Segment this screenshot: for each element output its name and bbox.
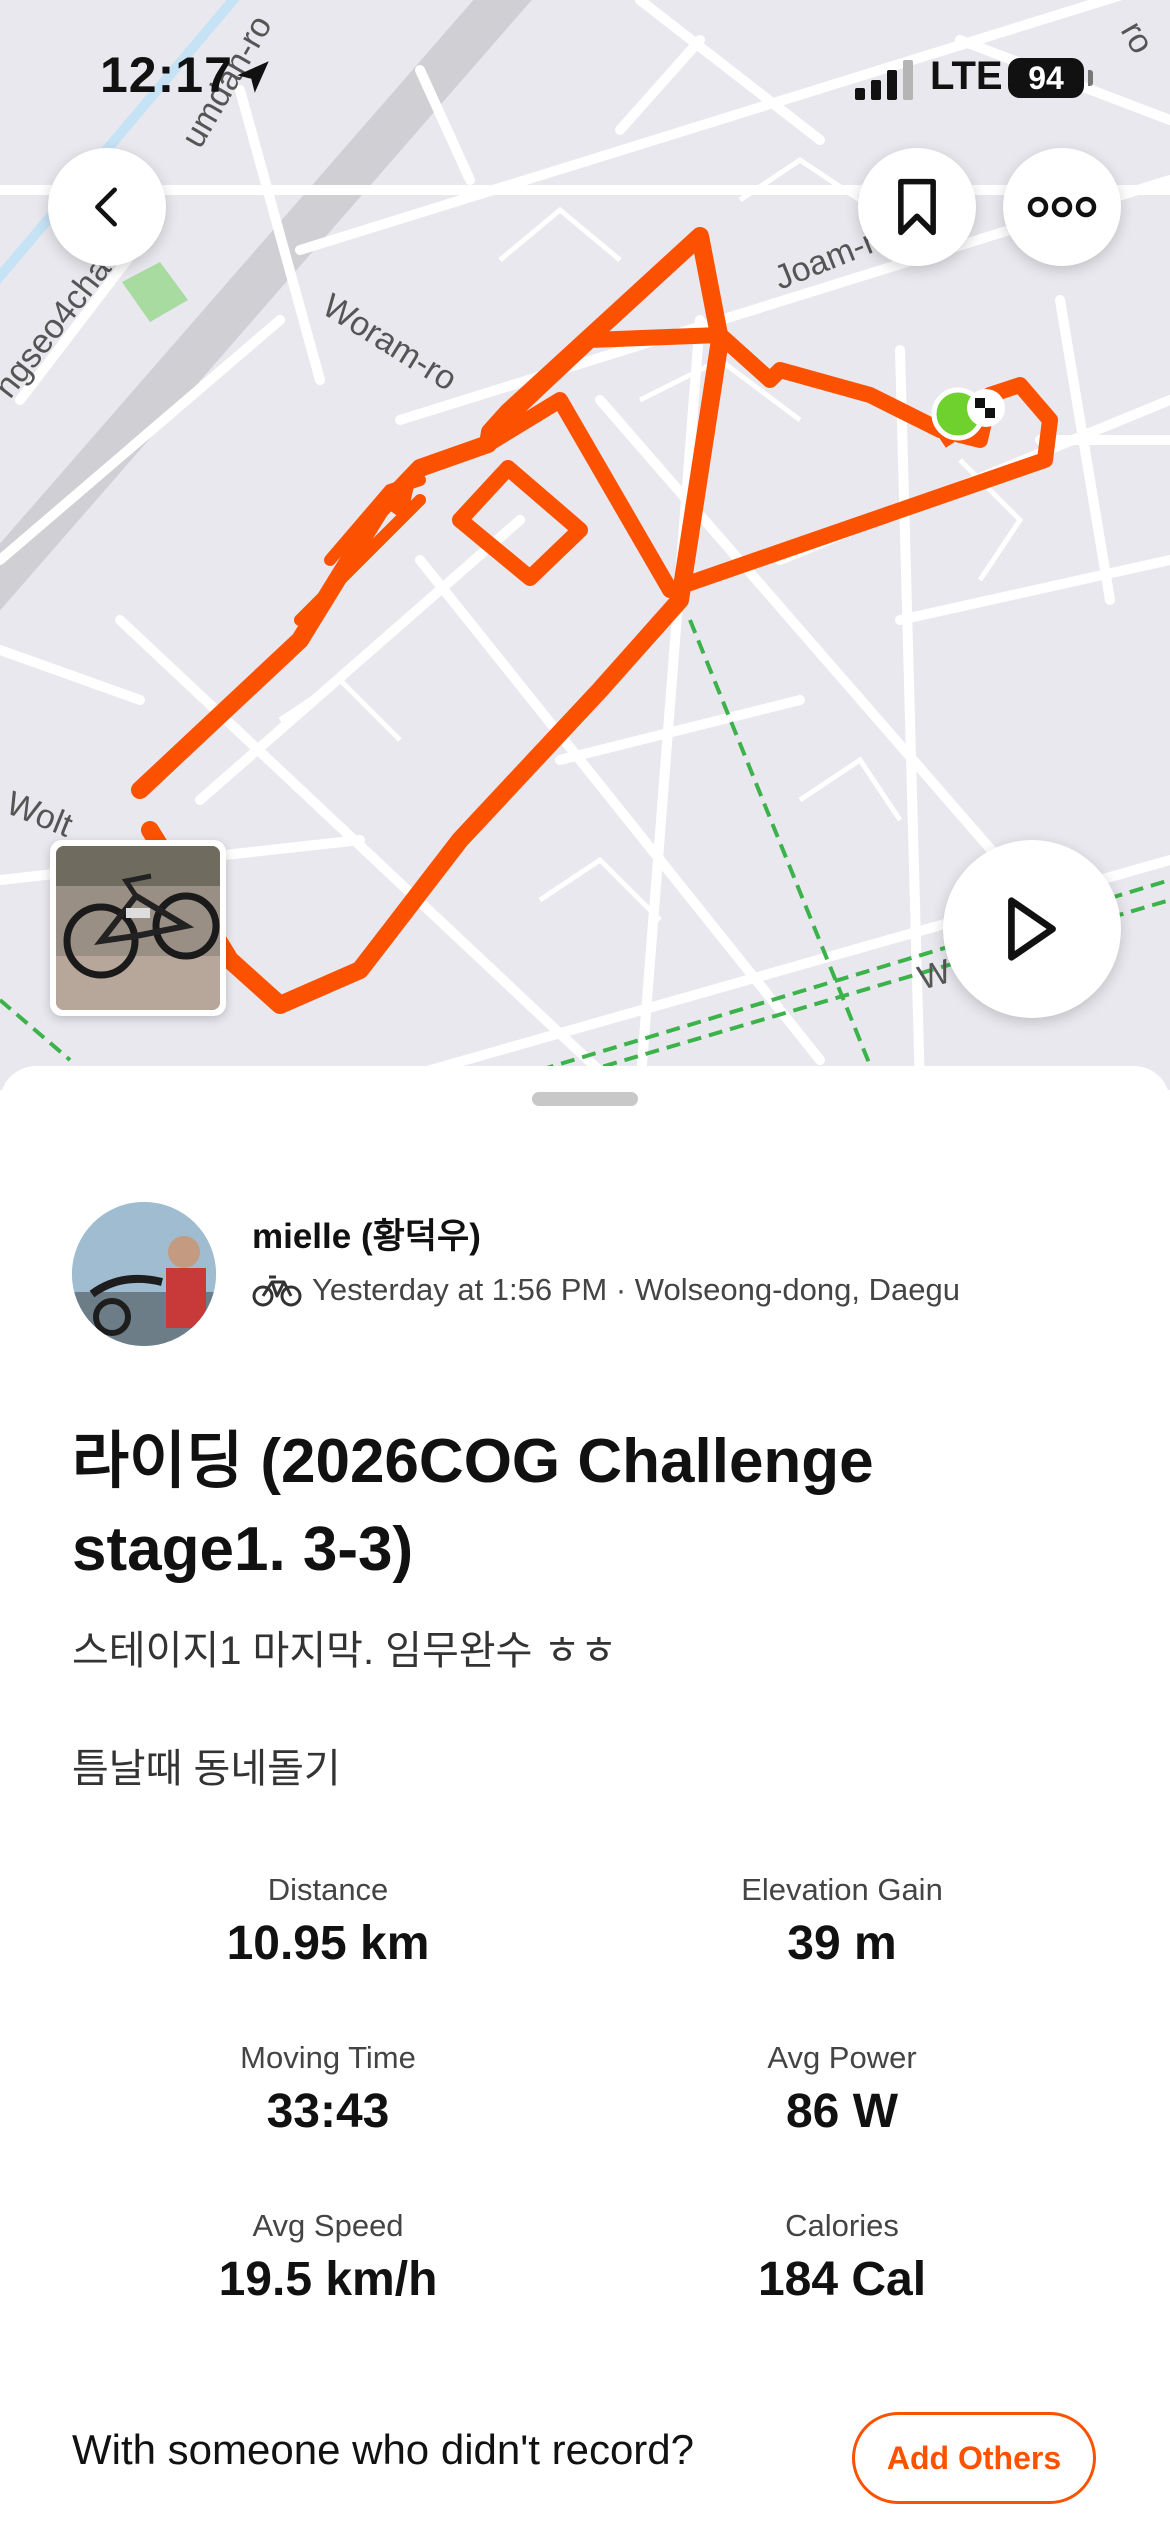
status-bar: 12:17 LTE 94 [0,0,1170,150]
street-label: Woram-ro [316,287,464,399]
stat-calories: Calories 184 Cal [582,2208,1102,2307]
play-icon [1008,897,1056,961]
stat-label: Calories [785,2208,899,2243]
stat-value: 19.5 km/h [218,2253,438,2306]
location-arrow-icon [237,61,269,93]
stat-avg-speed: Avg Speed 19.5 km/h [68,2208,588,2307]
chevron-left-icon [95,187,117,227]
stat-moving-time: Moving Time 33:43 [68,2040,588,2139]
finish-flag-icon [967,389,1005,427]
athlete-name[interactable]: mielle (황덕우) [252,1208,481,1259]
activity-photo-thumbnail[interactable] [50,840,226,1016]
route-map[interactable]: Woram-ro Joam-r ngseo4cha umdan-ro Wolt … [0,0,1170,1090]
stat-label: Avg Power [767,2040,917,2075]
athlete-avatar[interactable] [72,1202,216,1346]
back-button[interactable] [48,148,166,266]
bookmark-icon [898,178,936,236]
stat-distance: Distance 10.95 km [68,1872,588,1971]
stat-value: 10.95 km [226,1917,430,1970]
activity-description: 틈날때 동네돌기 [72,1747,341,1791]
activity-detail-sheet: mielle (황덕우) Yesterday at 1:56 PM · Wols… [0,1066,1170,2532]
stat-avg-power: Avg Power 86 W [582,2040,1102,2139]
activity-description: 스테이지1 마지막. 임무완수 ㅎㅎ [72,1629,618,1673]
stat-value: 184 Cal [757,2253,927,2306]
sheet-drag-handle[interactable] [532,1092,638,1106]
more-dots-icon [1027,196,1097,218]
with-others-prompt: With someone who didn't record? [72,2426,695,2473]
stat-value: 33:43 [266,2085,390,2138]
bike-icon [252,1275,302,1307]
street-label: Wolt [1,784,78,845]
bookmark-button[interactable] [858,148,976,266]
street-label: ngseo4cha [0,250,119,405]
play-flyover-button[interactable] [943,840,1121,1018]
status-time: 12:17 [100,47,233,103]
avatar-image [72,1202,216,1346]
add-others-button[interactable]: Add Others [852,2412,1096,2504]
stat-value: 86 W [785,2085,899,2138]
stat-value: 39 m [787,1917,897,1970]
activity-meta: Yesterday at 1:56 PM · Wolseong-dong, Da… [312,1272,960,1307]
cellular-signal-icon [855,60,913,100]
bicycle-photo [56,846,220,1010]
stat-label: Elevation Gain [741,1872,943,1907]
stat-label: Distance [267,1872,389,1907]
more-button[interactable] [1003,148,1121,266]
network-type: LTE [930,54,1003,98]
stat-label: Avg Speed [252,2208,404,2243]
activity-title: 라이딩 (2026COG Challenge stage1. 3-3) [72,1427,874,1584]
stat-elevation-gain: Elevation Gain 39 m [582,1872,1102,1971]
stat-label: Moving Time [240,2040,416,2075]
battery-level: 94 [1008,58,1084,98]
battery-tip [1088,70,1093,86]
